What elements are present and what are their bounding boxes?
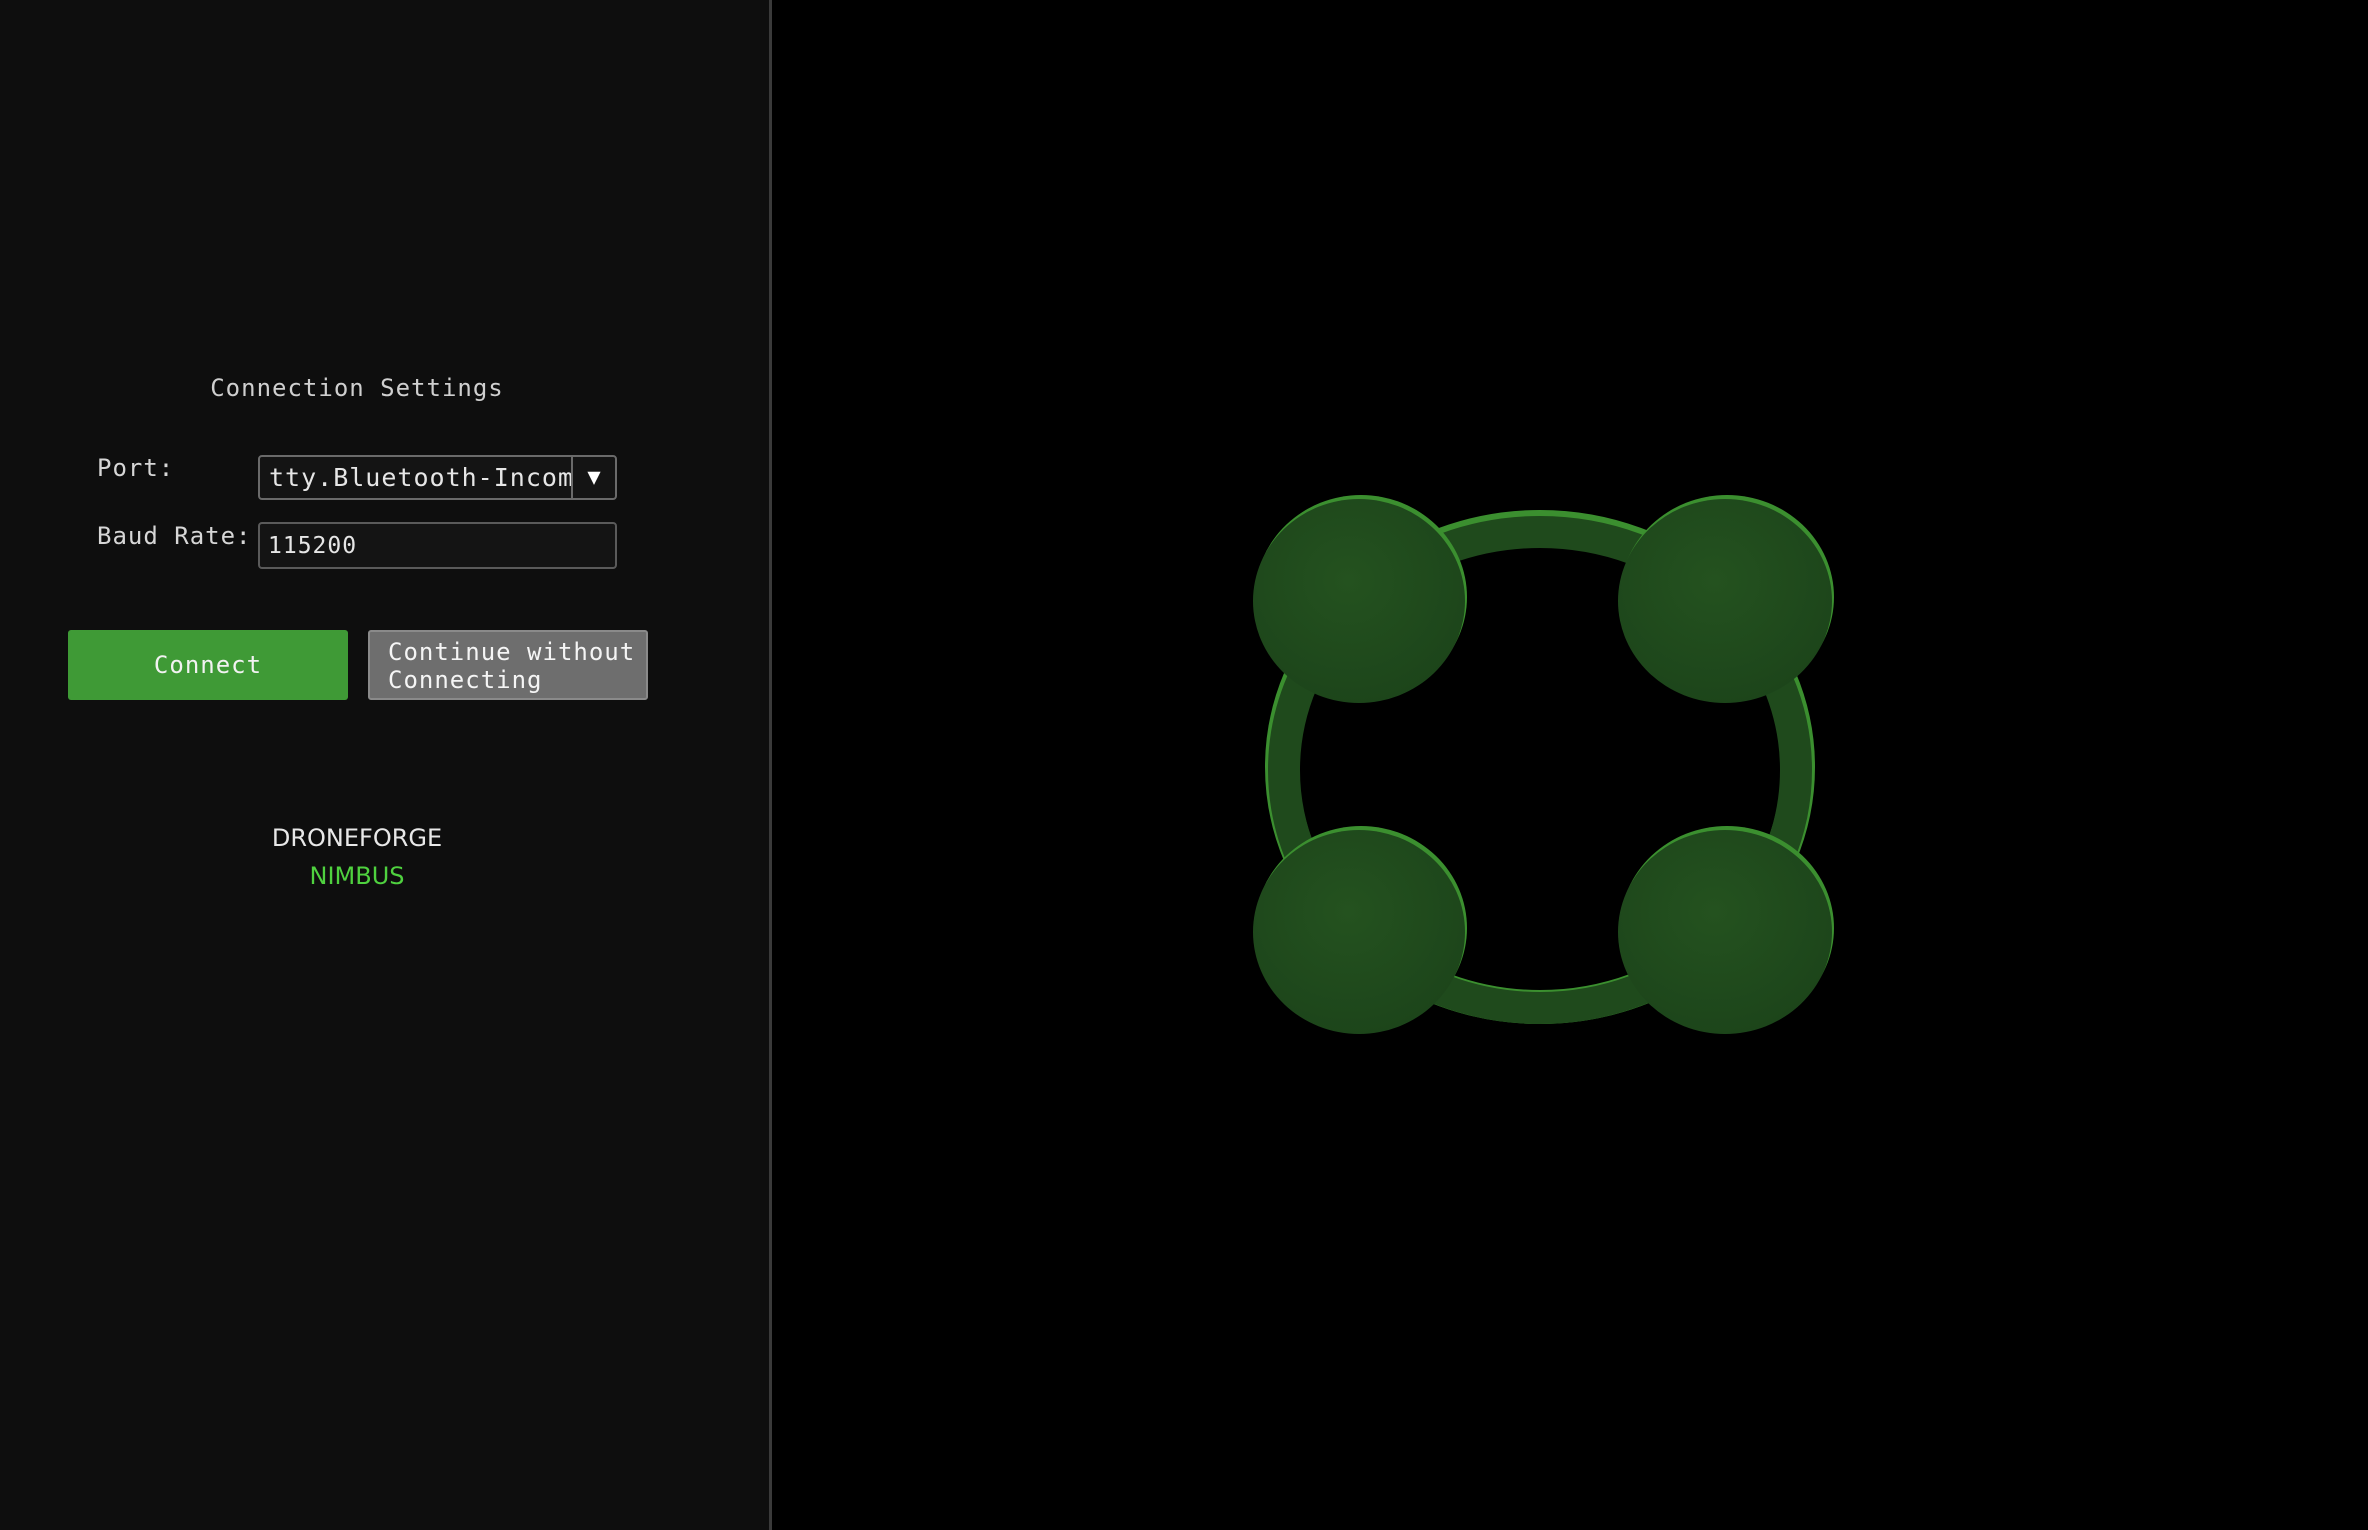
port-label: Port: <box>97 454 175 482</box>
connection-settings-title: Connection Settings <box>210 374 504 402</box>
rotor-front-left <box>1253 499 1465 703</box>
continue-label-line1: Continue without <box>388 638 636 666</box>
drone-3d-viewport[interactable] <box>775 0 2368 1530</box>
rotor-front-right <box>1618 499 1832 703</box>
port-select[interactable]: tty.Bluetooth-Incomi ▼ <box>258 455 617 500</box>
triangle-down-icon[interactable]: ▼ <box>571 457 615 498</box>
baud-rate-label: Baud Rate: <box>97 522 252 550</box>
rotor-rear-left <box>1253 830 1465 1034</box>
quadcopter-model-icon <box>1253 495 1834 1034</box>
rotor-rear-right <box>1618 830 1832 1034</box>
continue-without-connecting-button[interactable]: Continue without Connecting <box>368 630 648 700</box>
connect-button[interactable]: Connect <box>68 630 348 700</box>
baud-rate-input[interactable] <box>258 522 617 569</box>
continue-button-label: Continue without Connecting <box>388 638 635 694</box>
connection-panel: Connection Settings Port: tty.Bluetooth-… <box>0 0 772 1530</box>
brand-name: DRONEFORGE <box>271 824 443 852</box>
brand-subtitle: NIMBUS <box>309 862 405 890</box>
port-select-value: tty.Bluetooth-Incomi <box>269 463 571 492</box>
app-window: Connection Settings Port: tty.Bluetooth-… <box>0 0 2368 1530</box>
continue-label-line2: Connecting <box>388 666 543 694</box>
